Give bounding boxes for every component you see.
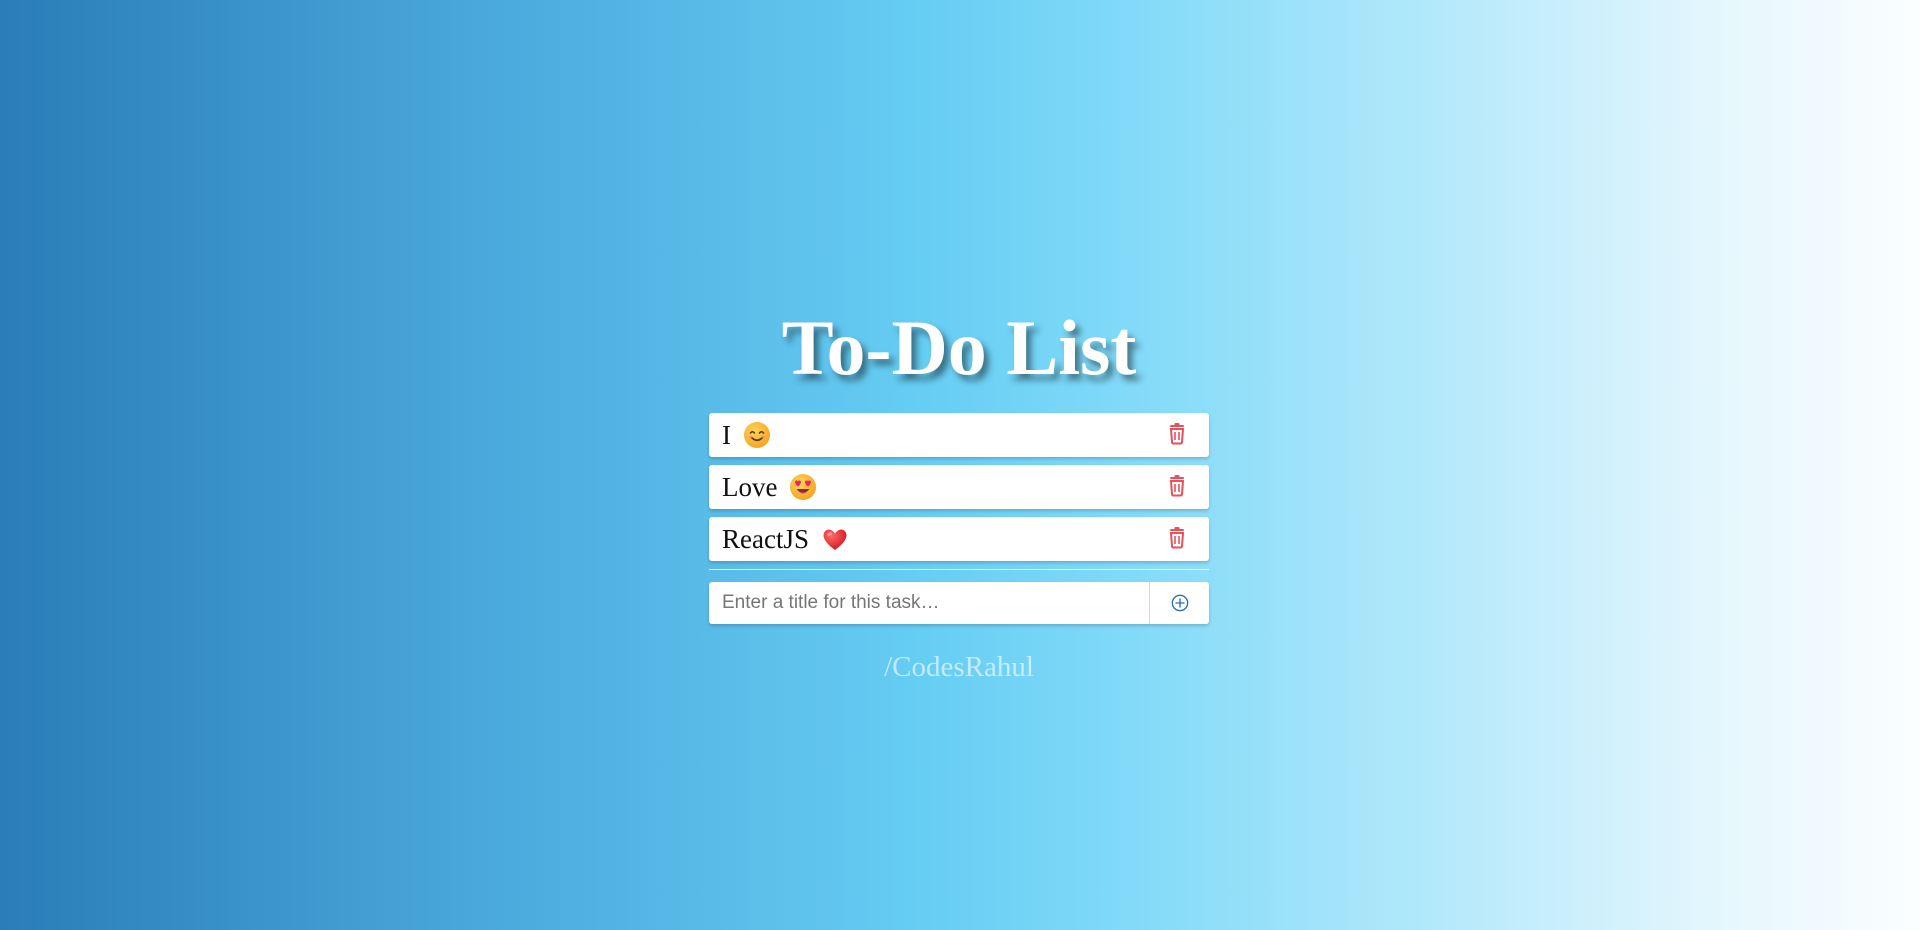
- add-task-button[interactable]: [1149, 582, 1209, 624]
- task-title: Love: [722, 471, 778, 502]
- task-item-content: Love: [709, 472, 817, 503]
- task-title: ReactJS: [722, 523, 809, 554]
- task-item-content: ReactJS: [709, 524, 849, 555]
- add-task-form: [709, 582, 1209, 624]
- author-link[interactable]: /CodesRahul: [709, 651, 1209, 684]
- task-title-input[interactable]: [709, 582, 1149, 624]
- trash-icon[interactable]: [1166, 422, 1188, 446]
- todo-app: To-Do List I Love ReactJS Enter a title …: [709, 300, 1209, 684]
- task-title: I: [722, 419, 731, 450]
- task-item: ReactJS: [709, 517, 1209, 561]
- task-item: Love: [709, 465, 1209, 509]
- red-heart-icon: [823, 529, 847, 550]
- trash-icon[interactable]: [1166, 474, 1188, 498]
- task-item: I: [709, 413, 1209, 457]
- trash-icon[interactable]: [1166, 526, 1188, 550]
- smiling-face-icon: [744, 422, 770, 448]
- plus-circle-icon: [1171, 594, 1188, 612]
- task-item-content: I: [709, 420, 771, 451]
- divider: [709, 569, 1209, 570]
- task-list: I Love ReactJS: [709, 413, 1209, 561]
- page-title: To-Do List: [781, 304, 1137, 391]
- heart-eyes-face-icon: [790, 474, 817, 500]
